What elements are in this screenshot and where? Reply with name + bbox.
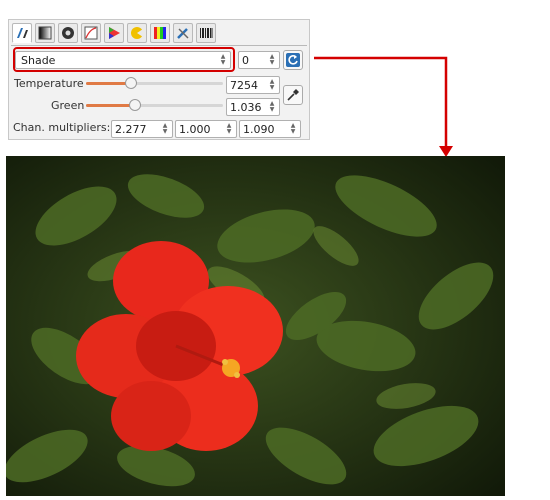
preview-image bbox=[6, 156, 505, 496]
hibiscus-photo bbox=[6, 156, 505, 496]
callout-arrow bbox=[314, 56, 453, 157]
